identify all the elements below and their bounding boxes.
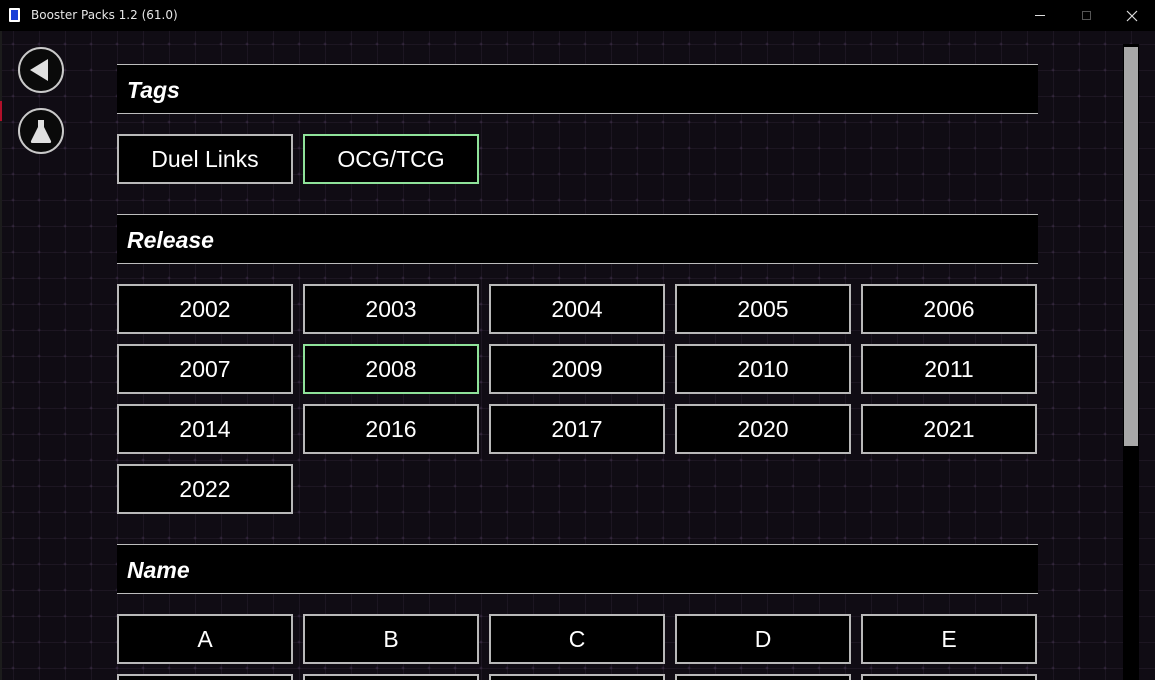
minimize-icon — [1035, 15, 1045, 16]
name-chip[interactable]: E — [861, 614, 1037, 664]
left-edge-marker — [0, 101, 2, 121]
close-icon — [1126, 10, 1138, 21]
maximize-icon — [1081, 11, 1091, 20]
release-chip[interactable]: 2020 — [675, 404, 851, 454]
release-chip[interactable]: 2004 — [489, 284, 665, 334]
tag-chip-ocg-tcg[interactable]: OCG/TCG — [303, 134, 479, 184]
section-header-name: Name — [117, 544, 1038, 594]
name-chip[interactable]: B — [303, 614, 479, 664]
name-chip-partial[interactable] — [117, 674, 293, 680]
section-title-tags: Tags — [127, 77, 180, 103]
title-bar: Booster Packs 1.2 (61.0) — [0, 0, 1155, 31]
tag-chip-duel-links[interactable]: Duel Links — [117, 134, 293, 184]
release-chip[interactable]: 2021 — [861, 404, 1037, 454]
release-chip[interactable]: 2010 — [675, 344, 851, 394]
release-chip[interactable]: 2017 — [489, 404, 665, 454]
name-chip-partial[interactable] — [675, 674, 851, 680]
name-chip[interactable]: A — [117, 614, 293, 664]
release-chip-selected[interactable]: 2008 — [303, 344, 479, 394]
release-chip[interactable]: 2016 — [303, 404, 479, 454]
name-chip[interactable]: D — [675, 614, 851, 664]
close-button[interactable] — [1109, 0, 1155, 31]
filter-button[interactable] — [18, 108, 64, 154]
release-chip[interactable]: 2009 — [489, 344, 665, 394]
release-chip[interactable]: 2014 — [117, 404, 293, 454]
section-title-release: Release — [127, 227, 214, 253]
section-header-release: Release — [117, 214, 1038, 264]
name-chip-partial[interactable] — [303, 674, 479, 680]
name-chip[interactable]: C — [489, 614, 665, 664]
name-chip-partial[interactable] — [489, 674, 665, 680]
release-chip[interactable]: 2006 — [861, 284, 1037, 334]
app-icon — [9, 8, 20, 22]
name-chip-partial[interactable] — [861, 674, 1037, 680]
release-chip[interactable]: 2003 — [303, 284, 479, 334]
section-title-name: Name — [127, 557, 190, 583]
release-chip[interactable]: 2011 — [861, 344, 1037, 394]
minimize-button[interactable] — [1017, 0, 1063, 31]
scrollbar-thumb[interactable] — [1124, 47, 1138, 446]
back-button[interactable] — [18, 47, 64, 93]
release-chip[interactable]: 2022 — [117, 464, 293, 514]
release-chip[interactable]: 2007 — [117, 344, 293, 394]
flask-icon — [30, 120, 52, 143]
back-arrow-icon — [30, 59, 48, 81]
release-chip[interactable]: 2005 — [675, 284, 851, 334]
maximize-button[interactable] — [1063, 0, 1109, 31]
left-edge — [0, 31, 2, 680]
release-chip[interactable]: 2002 — [117, 284, 293, 334]
section-header-tags: Tags — [117, 64, 1038, 114]
window-title: Booster Packs 1.2 (61.0) — [31, 8, 178, 22]
